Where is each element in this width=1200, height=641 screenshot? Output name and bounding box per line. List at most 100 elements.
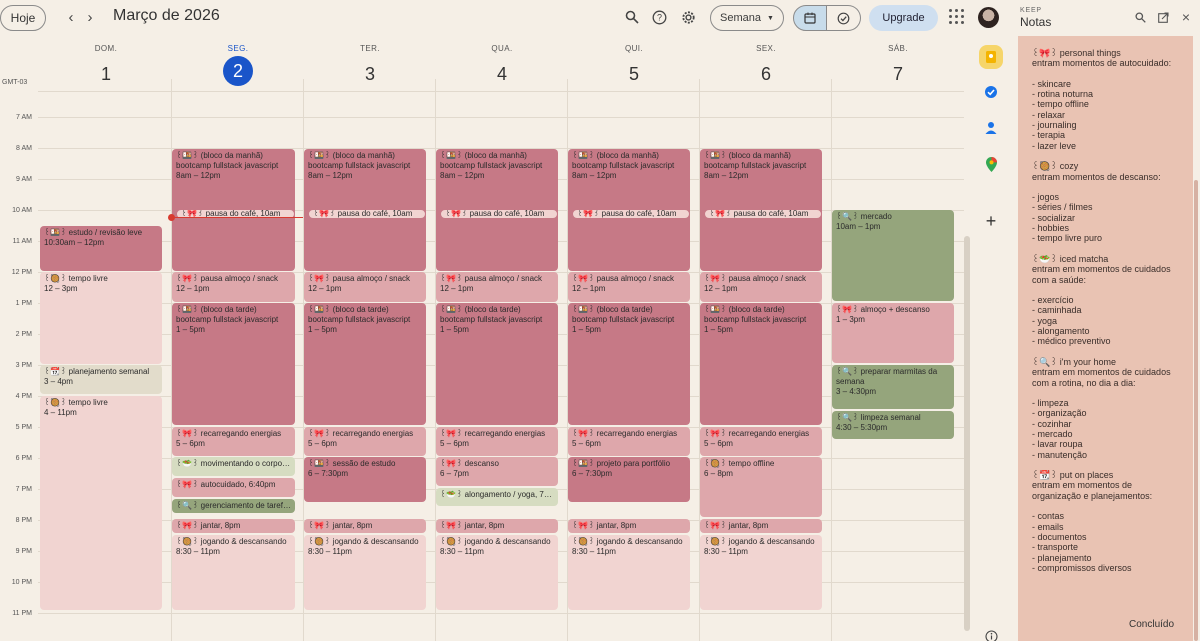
- hour-label: 10 PM: [11, 579, 32, 586]
- calendar-event[interactable]: ꒰🍱꒱ (bloco da tarde) bootcamp fullstack j…: [436, 303, 558, 425]
- note-line: - planejamento: [1032, 552, 1092, 563]
- note-line: entram em momentos de cuidados: [1032, 264, 1171, 275]
- calendar-event[interactable]: ꒰🎀꒱ jantar, 8pm: [700, 519, 822, 533]
- note-body[interactable]: ꒰🎀꒱ personal things entram momentos de au…: [1032, 48, 1179, 573]
- keep-icon[interactable]: [979, 45, 1003, 69]
- calendar-event[interactable]: ꒰🎀꒱ pausa almoço / snack 12 – 1pm: [568, 272, 690, 302]
- calendar-event[interactable]: ꒰🎀꒱ descanso 6 – 7pm: [436, 457, 558, 486]
- calendar-event[interactable]: ꒰🥘꒱ tempo livre 12 – 3pm: [40, 272, 162, 364]
- hour-label: 12 PM: [11, 269, 32, 276]
- add-icon[interactable]: +: [980, 210, 1002, 232]
- chevron-left-icon[interactable]: ‹: [62, 8, 80, 26]
- calendar-event[interactable]: ꒰🎀꒱ pausa almoço / snack 12 – 1pm: [172, 272, 295, 302]
- calendar-event[interactable]: ꒰🎀꒱ pausa almoço / snack 12 – 1pm: [304, 272, 426, 302]
- calendar-event[interactable]: ꒰🎀꒱ almoço + descanso 1 – 3pm: [832, 303, 954, 363]
- calendar-event[interactable]: ꒰🎀꒱ jantar, 8pm: [304, 519, 426, 533]
- calendar-event[interactable]: ꒰🎀꒱ recarregando energias 5 – 6pm: [172, 427, 295, 456]
- note-line: [1032, 182, 1179, 192]
- note-scrollbar[interactable]: [1194, 180, 1198, 641]
- calendar-event[interactable]: ꒰🎀꒱ recarregando energias 5 – 6pm: [700, 427, 822, 456]
- day-header-fri[interactable]: SEX. 6: [700, 40, 832, 92]
- panel-app-label: KEEP: [1020, 7, 1042, 14]
- today-button[interactable]: Hoje: [0, 5, 46, 31]
- calendar-event[interactable]: ꒰🔍꒱ mercado 10am – 1pm: [832, 210, 954, 301]
- calendar-event[interactable]: ꒰🎀꒱ recarregando energias 5 – 6pm: [304, 427, 426, 456]
- side-apps-strip: +: [972, 40, 1010, 641]
- avatar[interactable]: [978, 7, 999, 28]
- calendar-event[interactable]: ꒰🍱꒱ (bloco da tarde) bootcamp fullstack j…: [568, 303, 690, 425]
- calendar-event[interactable]: ꒰🥘꒱ jogando & descansando 8:30 – 11pm: [436, 535, 558, 610]
- upgrade-button[interactable]: Upgrade: [869, 5, 938, 31]
- note-line: - lavar roupa: [1032, 439, 1083, 450]
- note-line: - journaling: [1032, 120, 1077, 131]
- note-line: - socializar: [1032, 212, 1076, 223]
- calendar-event[interactable]: ꒰🥘꒱ tempo offline 6 – 8pm: [700, 457, 822, 517]
- calendar-event[interactable]: ꒰🎀꒱ pausa do café, 10am: [572, 209, 690, 219]
- note-line: - mercado: [1032, 428, 1073, 439]
- top-bar: Hoje ‹ › Março de 2026 ? Semana ▼ Upgrad…: [0, 0, 999, 40]
- note-card[interactable]: ꒰🎀꒱ personal things entram momentos de au…: [1018, 36, 1193, 641]
- calendar-event[interactable]: ꒰🍱꒱ (bloco da tarde) bootcamp fullstack j…: [700, 303, 822, 425]
- calendar-event[interactable]: ꒰🥘꒱ jogando & descansando 8:30 – 11pm: [304, 535, 426, 610]
- calendar-event[interactable]: ꒰🎀꒱ pausa do café, 10am: [704, 209, 822, 219]
- day-header-mon[interactable]: SEG. 2: [172, 40, 304, 92]
- calendar-event[interactable]: ꒰🎀꒱ pausa do café, 10am: [440, 209, 558, 219]
- view-select-label: Semana: [720, 12, 762, 24]
- contacts-icon[interactable]: [980, 117, 1002, 139]
- calendar-view-toggle[interactable]: [793, 5, 827, 31]
- calendar-event[interactable]: ꒰🎀꒱ recarregando energias 5 – 6pm: [568, 427, 690, 456]
- day-header-tue[interactable]: TER. 3: [304, 40, 436, 92]
- apps-grid-icon[interactable]: [949, 9, 965, 25]
- calendar-event[interactable]: ꒰🍱꒱ (bloco da tarde) bootcamp fullstack j…: [304, 303, 426, 425]
- note-line: - exercício: [1032, 295, 1074, 306]
- calendar-event[interactable]: ꒰🔍꒱ limpeza semanal 4:30 – 5:30pm: [832, 411, 954, 439]
- help-icon[interactable]: ?: [650, 8, 668, 26]
- note-line: organização e planejamentos:: [1032, 490, 1153, 501]
- calendar-event[interactable]: ꒰🥗꒱ movimentando o corpo, 6p: [172, 457, 295, 476]
- calendar-event[interactable]: ꒰🎀꒱ recarregando energias 5 – 6pm: [436, 427, 558, 456]
- calendar-event[interactable]: ꒰🎀꒱ pausa almoço / snack 12 – 1pm: [700, 272, 822, 302]
- calendar-event[interactable]: ꒰🥗꒱ alongamento / yoga, 7pm: [436, 488, 558, 506]
- calendar-event[interactable]: ꒰🍱꒱ projeto para portfólio 6 – 7:30pm: [568, 457, 690, 502]
- hour-label: 11 AM: [12, 238, 32, 245]
- maps-icon[interactable]: [980, 153, 1002, 175]
- calendar-event[interactable]: ꒰🥘꒱ jogando & descansando 8:30 – 11pm: [172, 535, 295, 610]
- day-header-sat[interactable]: SÁB. 7: [832, 40, 964, 92]
- day-header-thu[interactable]: QUI. 5: [568, 40, 700, 92]
- view-select[interactable]: Semana ▼: [710, 5, 784, 31]
- calendar-event[interactable]: ꒰🍱꒱ sessão de estudo 6 – 7:30pm: [304, 457, 426, 502]
- calendar-event[interactable]: ꒰🎀꒱ jantar, 8pm: [568, 519, 690, 533]
- calendar-event[interactable]: ꒰🎀꒱ jantar, 8pm: [436, 519, 558, 533]
- calendar-event[interactable]: ꒰🔍꒱ preparar marmitas da semana 3 – 4:30p…: [832, 365, 954, 409]
- hour-label: 8 AM: [16, 145, 32, 152]
- info-icon[interactable]: [980, 625, 1002, 641]
- gear-icon[interactable]: [679, 8, 697, 26]
- chevron-right-icon[interactable]: ›: [81, 8, 99, 26]
- calendar-scrollbar[interactable]: [964, 236, 970, 631]
- open-in-new-icon[interactable]: [1156, 10, 1170, 24]
- calendar-event[interactable]: ꒰🍱꒱ estudo / revisão leve 10:30am – 12pm: [40, 226, 162, 271]
- close-icon[interactable]: ×: [1179, 9, 1193, 25]
- tasks-icon[interactable]: [980, 81, 1002, 103]
- note-line: - yoga: [1032, 315, 1058, 326]
- calendar-event[interactable]: ꒰🎀꒱ pausa almoço / snack 12 – 1pm: [436, 272, 558, 302]
- calendar-event[interactable]: ꒰🎀꒱ pausa do café, 10am: [308, 209, 426, 219]
- tasks-view-toggle[interactable]: [827, 5, 861, 31]
- note-line: - séries / filmes: [1032, 202, 1093, 213]
- calendar-event[interactable]: ꒰🎀꒱ jantar, 8pm: [172, 519, 295, 533]
- calendar-event[interactable]: ꒰🥘꒱ tempo livre 4 – 11pm: [40, 396, 162, 610]
- calendar-event[interactable]: ꒰📆꒱ planejamento semanal 3 – 4pm: [40, 365, 162, 394]
- note-line: entram em momentos de: [1032, 480, 1133, 491]
- day-header-sun[interactable]: DOM. 1: [40, 40, 172, 92]
- calendar-event[interactable]: ꒰🍱꒱ (bloco da tarde) bootcamp fullstack j…: [172, 303, 295, 425]
- calendar-event[interactable]: ꒰🔍꒱ gerenciamento de tarefas: [172, 499, 295, 513]
- done-button[interactable]: Concluído: [1129, 619, 1174, 630]
- note-line: [1032, 285, 1179, 295]
- note-line: - hobbies: [1032, 223, 1070, 234]
- calendar-event[interactable]: ꒰🎀꒱ autocuidado, 6:40pm: [172, 478, 295, 497]
- day-header-wed[interactable]: QUA. 4: [436, 40, 568, 92]
- search-icon[interactable]: [623, 8, 641, 26]
- calendar-event[interactable]: ꒰🥘꒱ jogando & descansando 8:30 – 11pm: [568, 535, 690, 610]
- search-icon[interactable]: [1133, 10, 1147, 24]
- calendar-event[interactable]: ꒰🥘꒱ jogando & descansando 8:30 – 11pm: [700, 535, 822, 610]
